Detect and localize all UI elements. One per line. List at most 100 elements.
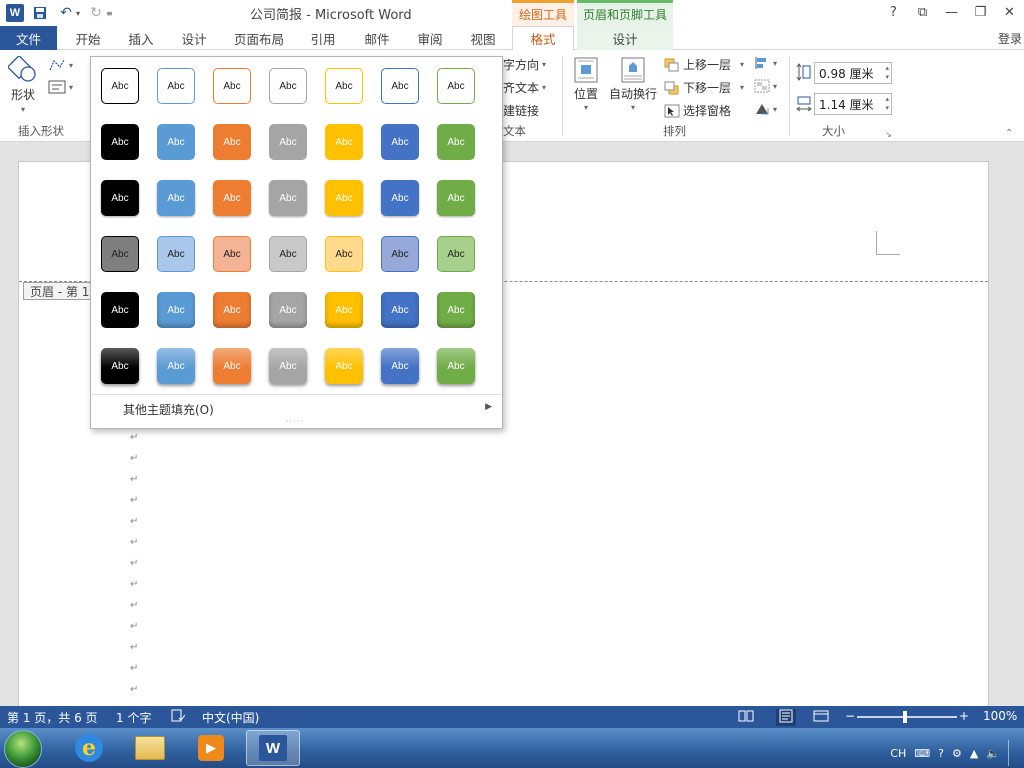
volume-icon[interactable]: 🔈 xyxy=(986,747,1000,760)
shape-style-swatch-intense-1[interactable]: Abc xyxy=(101,348,139,384)
shape-style-swatch-outline-2[interactable]: Abc xyxy=(157,68,195,104)
print-layout-icon[interactable] xyxy=(776,709,796,726)
group-button[interactable]: ▾ xyxy=(754,79,777,93)
help-button[interactable]: ? xyxy=(879,0,908,24)
position-button[interactable]: 位置 ▾ xyxy=(572,56,600,112)
text-box-button[interactable]: ▾ xyxy=(48,80,73,94)
shape-style-swatch-solid-2[interactable]: Abc xyxy=(157,124,195,160)
shape-style-swatch-subtle-7[interactable]: Abc xyxy=(437,180,475,216)
height-spinner[interactable]: ▴ ▾ xyxy=(885,64,889,82)
show-hidden-icons-icon[interactable]: ▲ xyxy=(970,747,978,760)
send-backward-button[interactable]: 下移一层 ▾ xyxy=(664,79,744,96)
shape-style-swatch-subtle-5[interactable]: Abc xyxy=(325,180,363,216)
ime-indicator[interactable]: CH xyxy=(890,747,906,760)
gallery-resize-grip-icon[interactable]: ····· xyxy=(286,417,304,426)
shape-style-swatch-intense-6[interactable]: Abc xyxy=(381,348,419,384)
zoom-slider-thumb[interactable] xyxy=(903,711,907,723)
shape-style-swatch-solid-1[interactable]: Abc xyxy=(101,124,139,160)
collapse-ribbon-icon[interactable]: ⌃ xyxy=(1005,128,1013,139)
create-link-button[interactable]: 创建链接 xyxy=(491,102,539,119)
keyboard-icon[interactable]: ⌨ xyxy=(914,747,930,760)
close-button[interactable]: ✕ xyxy=(995,0,1024,24)
shape-style-swatch-solid-6[interactable]: Abc xyxy=(381,124,419,160)
language-status[interactable]: 中文(中国) xyxy=(202,709,259,726)
shape-style-swatch-subtle-4[interactable]: Abc xyxy=(269,180,307,216)
tab-design[interactable]: 设计 xyxy=(168,26,220,50)
shape-width-field[interactable]: 1.14 厘米 ▴ ▾ xyxy=(814,93,892,115)
bring-forward-button[interactable]: 上移一层 ▾ xyxy=(664,56,744,73)
page-count-status[interactable]: 第 1 页，共 6 页 xyxy=(7,709,98,726)
shape-height-field[interactable]: 0.98 厘米 ▴ ▾ xyxy=(814,62,892,84)
shape-style-swatch-outline-7[interactable]: Abc xyxy=(437,68,475,104)
web-layout-icon[interactable] xyxy=(813,709,829,726)
undo-dropdown-icon[interactable]: ▾ xyxy=(76,9,80,18)
shape-style-swatch-moderate-2[interactable]: Abc xyxy=(157,292,195,328)
tab-review[interactable]: 审阅 xyxy=(405,26,455,50)
shape-style-swatch-solid-5[interactable]: Abc xyxy=(325,124,363,160)
more-theme-fills-menu-item[interactable]: 其他主题填充(O) xyxy=(123,401,214,418)
shape-style-swatch-light-2[interactable]: Abc xyxy=(157,236,195,272)
taskbar-media-player[interactable]: ▶ xyxy=(184,730,238,766)
shape-style-swatch-light-3[interactable]: Abc xyxy=(213,236,251,272)
taskbar-explorer[interactable] xyxy=(123,730,177,766)
shape-style-swatch-subtle-3[interactable]: Abc xyxy=(213,180,251,216)
minimize-button[interactable]: — xyxy=(937,0,966,24)
zoom-level[interactable]: 100% xyxy=(983,709,1017,723)
redo-icon[interactable]: ↻ xyxy=(86,3,106,23)
login-link[interactable]: 登录 xyxy=(998,30,1022,47)
edit-shape-button[interactable]: ▾ xyxy=(48,58,73,72)
read-mode-icon[interactable] xyxy=(738,709,754,726)
tab-insert[interactable]: 插入 xyxy=(116,26,166,50)
shape-style-swatch-outline-5[interactable]: Abc xyxy=(325,68,363,104)
tab-hf-design[interactable]: 设计 xyxy=(577,26,673,50)
shape-style-swatch-solid-3[interactable]: Abc xyxy=(213,124,251,160)
zoom-in-button[interactable]: + xyxy=(959,709,969,723)
shape-style-swatch-moderate-1[interactable]: Abc xyxy=(101,292,139,328)
tab-view[interactable]: 视图 xyxy=(458,26,508,50)
shape-style-swatch-outline-6[interactable]: Abc xyxy=(381,68,419,104)
shape-style-swatch-light-5[interactable]: Abc xyxy=(325,236,363,272)
wrap-text-button[interactable]: 自动换行 ▾ xyxy=(609,56,657,112)
size-dialog-launcher-icon[interactable]: ↘ xyxy=(885,130,892,139)
shape-style-swatch-intense-3[interactable]: Abc xyxy=(213,348,251,384)
start-button[interactable] xyxy=(4,730,42,768)
shape-style-swatch-light-6[interactable]: Abc xyxy=(381,236,419,272)
shape-style-swatch-moderate-5[interactable]: Abc xyxy=(325,292,363,328)
shape-style-swatch-moderate-6[interactable]: Abc xyxy=(381,292,419,328)
restore-button[interactable]: ❐ xyxy=(966,0,995,24)
tab-page-layout[interactable]: 页面布局 xyxy=(224,26,294,50)
shape-style-swatch-intense-2[interactable]: Abc xyxy=(157,348,195,384)
customize-qat-icon[interactable]: ≡ xyxy=(106,9,113,18)
text-direction-button[interactable]: 文字方向 ▾ xyxy=(491,56,546,73)
shape-style-swatch-solid-7[interactable]: Abc xyxy=(437,124,475,160)
shape-style-swatch-moderate-4[interactable]: Abc xyxy=(269,292,307,328)
shape-style-swatch-intense-4[interactable]: Abc xyxy=(269,348,307,384)
tab-references[interactable]: 引用 xyxy=(298,26,348,50)
ribbon-display-button[interactable]: ⧉ xyxy=(908,0,937,24)
shape-style-swatch-subtle-1[interactable]: Abc xyxy=(101,180,139,216)
shape-style-swatch-outline-1[interactable]: Abc xyxy=(101,68,139,104)
tab-file[interactable]: 文件 xyxy=(0,26,57,50)
ime-settings-icon[interactable]: ⚙ xyxy=(952,747,962,760)
taskbar-ie[interactable]: e xyxy=(62,730,116,766)
shape-style-swatch-intense-5[interactable]: Abc xyxy=(325,348,363,384)
shape-style-swatch-subtle-6[interactable]: Abc xyxy=(381,180,419,216)
shape-style-swatch-outline-4[interactable]: Abc xyxy=(269,68,307,104)
align-button[interactable]: ▾ xyxy=(754,56,777,70)
shape-style-swatch-light-4[interactable]: Abc xyxy=(269,236,307,272)
width-spinner[interactable]: ▴ ▾ xyxy=(885,95,889,113)
shape-style-swatch-solid-4[interactable]: Abc xyxy=(269,124,307,160)
shape-style-swatch-moderate-7[interactable]: Abc xyxy=(437,292,475,328)
zoom-slider-track[interactable] xyxy=(857,716,957,718)
rotate-button[interactable]: ▾ xyxy=(754,102,777,116)
undo-icon[interactable]: ↶ xyxy=(56,3,76,23)
shape-style-swatch-outline-3[interactable]: Abc xyxy=(213,68,251,104)
shape-style-swatch-light-7[interactable]: Abc xyxy=(437,236,475,272)
shapes-button[interactable]: 形状 ▾ xyxy=(8,56,38,114)
help-tray-icon[interactable]: ? xyxy=(938,747,944,760)
shape-style-swatch-moderate-3[interactable]: Abc xyxy=(213,292,251,328)
word-app-icon[interactable]: W xyxy=(6,4,24,22)
taskbar-word[interactable]: W xyxy=(246,730,300,766)
shape-style-swatch-light-1[interactable]: Abc xyxy=(101,236,139,272)
selection-pane-button[interactable]: 选择窗格 xyxy=(664,102,731,119)
